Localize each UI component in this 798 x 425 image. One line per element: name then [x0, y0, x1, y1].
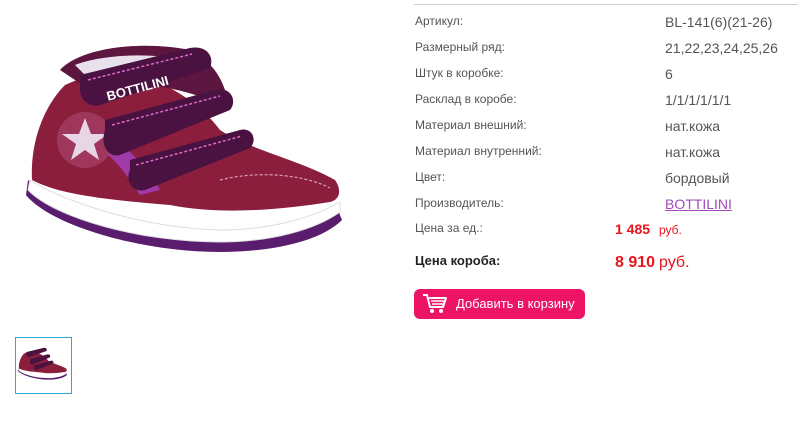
spec-label: Штук в коробке: — [415, 66, 504, 80]
spec-value: 21,22,23,24,25,26 — [665, 40, 778, 56]
spec-label: Производитель: — [415, 196, 504, 210]
box-price-label: Цена короба: — [415, 253, 501, 268]
box-price-value: 8 910 — [615, 254, 656, 271]
spec-value: бордовый — [665, 170, 730, 186]
spec-value: 6 — [665, 66, 673, 82]
thumbnail-image — [17, 347, 68, 380]
spec-label: Расклад в коробе: — [415, 92, 517, 106]
unit-price-currency: руб. — [659, 223, 682, 237]
spec-label: Материал внешний: — [415, 118, 527, 132]
shopping-cart-icon — [423, 294, 447, 313]
unit-price-label: Цена за ед.: — [415, 221, 483, 235]
add-to-cart-label: Добавить в корзину — [456, 296, 575, 311]
spec-value: 1/1/1/1/1/1 — [665, 92, 732, 108]
product-image: BOTTILINI — [26, 45, 342, 252]
spec-label: Артикул: — [415, 14, 464, 28]
spec-value: нат.кожа — [665, 144, 721, 160]
spec-label: Размерный ряд: — [415, 40, 505, 54]
add-to-cart-button[interactable]: Добавить в корзину — [414, 289, 585, 319]
product-thumbnail[interactable] — [15, 337, 72, 394]
manufacturer-link[interactable]: BOTTILINI — [665, 196, 732, 212]
unit-price-value: 1 485 — [615, 221, 651, 237]
spec-label: Цвет: — [415, 170, 446, 184]
spec-value: BL-141(6)(21-26) — [665, 14, 773, 30]
spec-value: нат.кожа — [665, 118, 721, 134]
top-divider — [414, 4, 798, 5]
box-price-currency: руб. — [659, 254, 690, 271]
spec-label: Материал внутренний: — [415, 144, 542, 158]
